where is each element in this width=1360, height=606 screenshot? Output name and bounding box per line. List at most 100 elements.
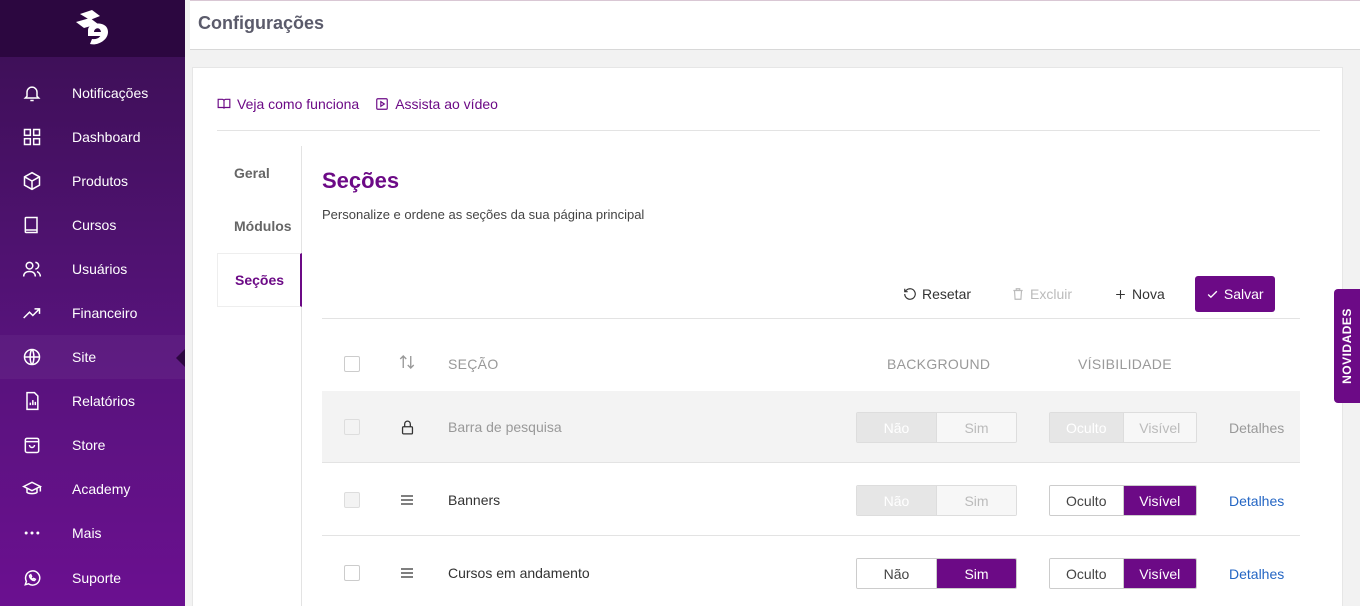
section-name: Cursos em andamento [448,565,590,581]
sidebar-item-label: Academy [72,481,131,497]
section-description: Personalize e ordene as seções da sua pá… [322,207,645,222]
visibility-hidden-option: Oculto [1050,413,1123,442]
sidebar-item-label: Notificações [72,85,149,101]
sidebar-item-academy[interactable]: Academy [0,467,185,511]
background-no-option: Não [857,413,936,442]
globe-icon [21,346,43,368]
help-links: Veja como funciona Assista ao vídeo [217,96,498,112]
visibility-hidden-option[interactable]: Oculto [1050,559,1123,588]
sidebar-item-label: Store [72,437,106,453]
sidebar-item-label: Usuários [72,261,128,277]
drag-handle-icon[interactable] [398,491,416,509]
settings-card: Veja como funciona Assista ao vídeo Gera… [192,67,1343,606]
column-header-background: BACKGROUND [887,356,991,372]
visibility-toggle[interactable]: Oculto Visível [1049,558,1197,589]
sidebar: Notificações Dashboard Produtos Cursos U… [0,0,185,606]
sidebar-item-label: Mais [72,525,102,541]
row-checkbox[interactable] [344,565,360,581]
subnav-item-geral[interactable]: Geral [217,146,302,200]
sidebar-item-relatorios[interactable]: Relatórios [0,379,185,423]
sections-toolbar: Resetar Excluir Nova Salvar [893,276,1275,312]
reset-icon [904,288,916,300]
reset-button[interactable]: Resetar [893,276,981,312]
column-header-section: SEÇÃO [448,356,499,372]
box-icon [21,170,43,192]
sidebar-item-suporte[interactable]: Suporte [0,556,185,600]
details-link[interactable]: Detalhes [1229,566,1284,582]
sidebar-item-mais[interactable]: Mais [0,511,185,555]
table-row: Barra de pesquisa Não Sim Oculto Visível… [322,391,1300,463]
page-title: Configurações [198,13,325,33]
sidebar-item-produtos[interactable]: Produtos [0,159,185,203]
background-no-option: Não [857,486,936,515]
trend-icon [21,302,43,324]
new-section-button[interactable]: Nova [1104,276,1175,312]
check-icon [1207,290,1218,298]
how-it-works-link[interactable]: Veja como funciona [217,96,359,112]
background-yes-option: Sim [936,413,1016,442]
watch-video-link[interactable]: Assista ao vídeo [375,96,498,112]
users-icon [21,258,43,280]
visibility-hidden-option[interactable]: Oculto [1050,486,1123,515]
section-name: Barra de pesquisa [448,419,562,435]
active-indicator [176,349,185,367]
sidebar-item-usuarios[interactable]: Usuários [0,247,185,291]
subnav-item-modulos[interactable]: Módulos [217,199,302,253]
visibility-visible-option[interactable]: Visível [1122,559,1196,588]
background-toggle: Não Sim [856,412,1017,443]
row-checkbox[interactable] [344,492,360,508]
graduation-cap-icon [21,478,43,500]
delete-button[interactable]: Excluir [1001,276,1082,312]
dots-icon [21,522,43,544]
background-yes-option[interactable]: Sim [936,559,1016,588]
divider [217,130,1320,131]
sidebar-item-financeiro[interactable]: Financeiro [0,291,185,335]
sidebar-item-label: Financeiro [72,305,138,321]
section-title: Seções [322,168,400,193]
section-name: Banners [448,492,501,508]
background-no-option[interactable]: Não [857,559,936,588]
row-checkbox[interactable] [344,419,360,435]
sidebar-item-label: Cursos [72,217,117,233]
background-yes-option: Sim [936,486,1016,515]
sidebar-item-notificacoes[interactable]: Notificações [0,71,185,115]
novidades-tab[interactable]: NOVIDADES [1334,289,1360,403]
visibility-toggle: Oculto Visível [1049,412,1197,443]
watch-video-label: Assista ao vídeo [395,96,498,112]
details-link[interactable]: Detalhes [1229,493,1284,509]
reset-label: Resetar [922,286,972,302]
delete-label: Excluir [1030,286,1073,302]
subnav-item-secoes[interactable]: Seções [217,253,302,307]
toolbar-divider [322,318,1300,319]
table-header: SEÇÃO BACKGROUND VÍSIBILIDADE [322,338,1300,388]
sidebar-item-label: Dashboard [72,129,141,145]
save-label: Salvar [1223,286,1264,302]
how-it-works-label: Veja como funciona [237,96,360,112]
bell-icon [21,82,43,104]
select-all-checkbox[interactable] [344,356,360,372]
sidebar-item-label: Suporte [72,570,122,586]
visibility-visible-option: Visível [1122,413,1196,442]
sidebar-item-site[interactable]: Site [0,335,185,379]
save-button[interactable]: Salvar [1194,276,1275,312]
grid-icon [21,126,43,148]
settings-subnav: Geral Módulos Seções [217,146,302,606]
details-link[interactable]: Detalhes [1229,420,1284,436]
whatsapp-icon [21,567,43,589]
sidebar-item-label: Site [72,349,97,365]
brand-logo-icon [75,9,108,44]
table-row: Cursos em andamento Não Sim Oculto Visív… [322,537,1300,606]
visibility-visible-option[interactable]: Visível [1122,486,1196,515]
sidebar-item-cursos[interactable]: Cursos [0,203,185,247]
sort-icon[interactable] [398,353,416,371]
background-toggle: Não Sim [856,485,1017,516]
background-toggle[interactable]: Não Sim [856,558,1017,589]
sidebar-item-store[interactable]: Store [0,423,185,467]
logo[interactable] [0,0,185,57]
new-label: Nova [1132,286,1165,302]
bag-icon [21,434,43,456]
drag-handle-icon[interactable] [398,564,416,582]
visibility-toggle[interactable]: Oculto Visível [1049,485,1197,516]
table-row: Banners Não Sim Oculto Visível Detalhes [322,464,1300,536]
sidebar-item-dashboard[interactable]: Dashboard [0,115,185,159]
